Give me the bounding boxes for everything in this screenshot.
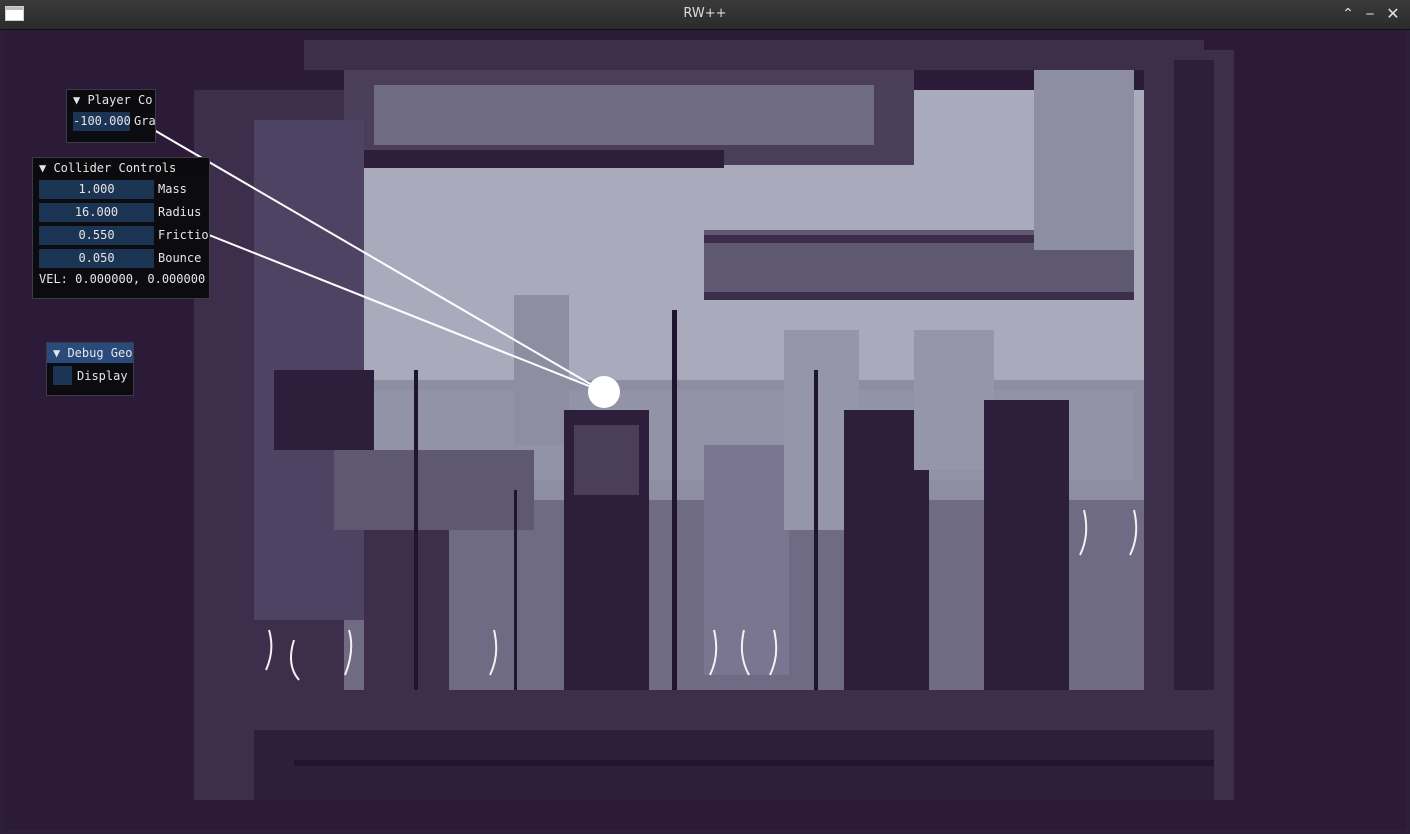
mass-input[interactable]: 1.000 (39, 180, 154, 199)
display-checkbox[interactable] (53, 366, 72, 385)
gravity-input[interactable]: -100.000 (73, 112, 131, 131)
friction-row: 0.550 Frictio (33, 224, 209, 247)
game-viewport[interactable]: ▼ Player Co -100.000 Gra ▼ Collider Cont… (4, 30, 1406, 830)
radius-row: 16.000 Radius (33, 201, 209, 224)
gravity-label: Gra (134, 114, 156, 128)
mass-label: Mass (158, 182, 187, 196)
debug-geometry-panel[interactable]: ▼ Debug Geo Display (46, 342, 134, 396)
bounce-row: 0.050 Bounce (33, 247, 209, 270)
bounce-label: Bounce (158, 251, 202, 265)
window-title: RW++ (683, 6, 727, 21)
collider-controls-header[interactable]: ▼ Collider Controls (33, 158, 209, 178)
level-render (153, 40, 1234, 800)
display-row: Display (47, 363, 133, 391)
minimize-icon[interactable]: ⌃ (1339, 5, 1357, 23)
collider-controls-panel[interactable]: ▼ Collider Controls 1.000 Mass 16.000 Ra… (32, 157, 210, 299)
mass-row: 1.000 Mass (33, 178, 209, 201)
player-ball (588, 376, 620, 408)
player-controls-panel[interactable]: ▼ Player Co -100.000 Gra (66, 89, 156, 143)
debug-geometry-header[interactable]: ▼ Debug Geo (47, 343, 133, 363)
gravity-row: -100.000 Gra (67, 110, 155, 133)
player-controls-header[interactable]: ▼ Player Co (67, 90, 155, 110)
maximize-button[interactable]: ‒ (1361, 5, 1379, 23)
radius-input[interactable]: 16.000 (39, 203, 154, 222)
bounce-input[interactable]: 0.050 (39, 249, 154, 268)
friction-label: Frictio (158, 228, 209, 242)
velocity-readout: VEL: 0.000000, 0.000000 (39, 272, 206, 286)
radius-label: Radius (158, 205, 202, 219)
title-bar: RW++ ⌃ ‒ ✕ (0, 0, 1410, 30)
app-window: RW++ ⌃ ‒ ✕ ▼ Player Co -100.000 Gra ▼ Co… (0, 0, 1410, 834)
close-icon[interactable]: ✕ (1384, 5, 1402, 23)
display-label: Display (77, 369, 128, 383)
friction-input[interactable]: 0.550 (39, 226, 154, 245)
